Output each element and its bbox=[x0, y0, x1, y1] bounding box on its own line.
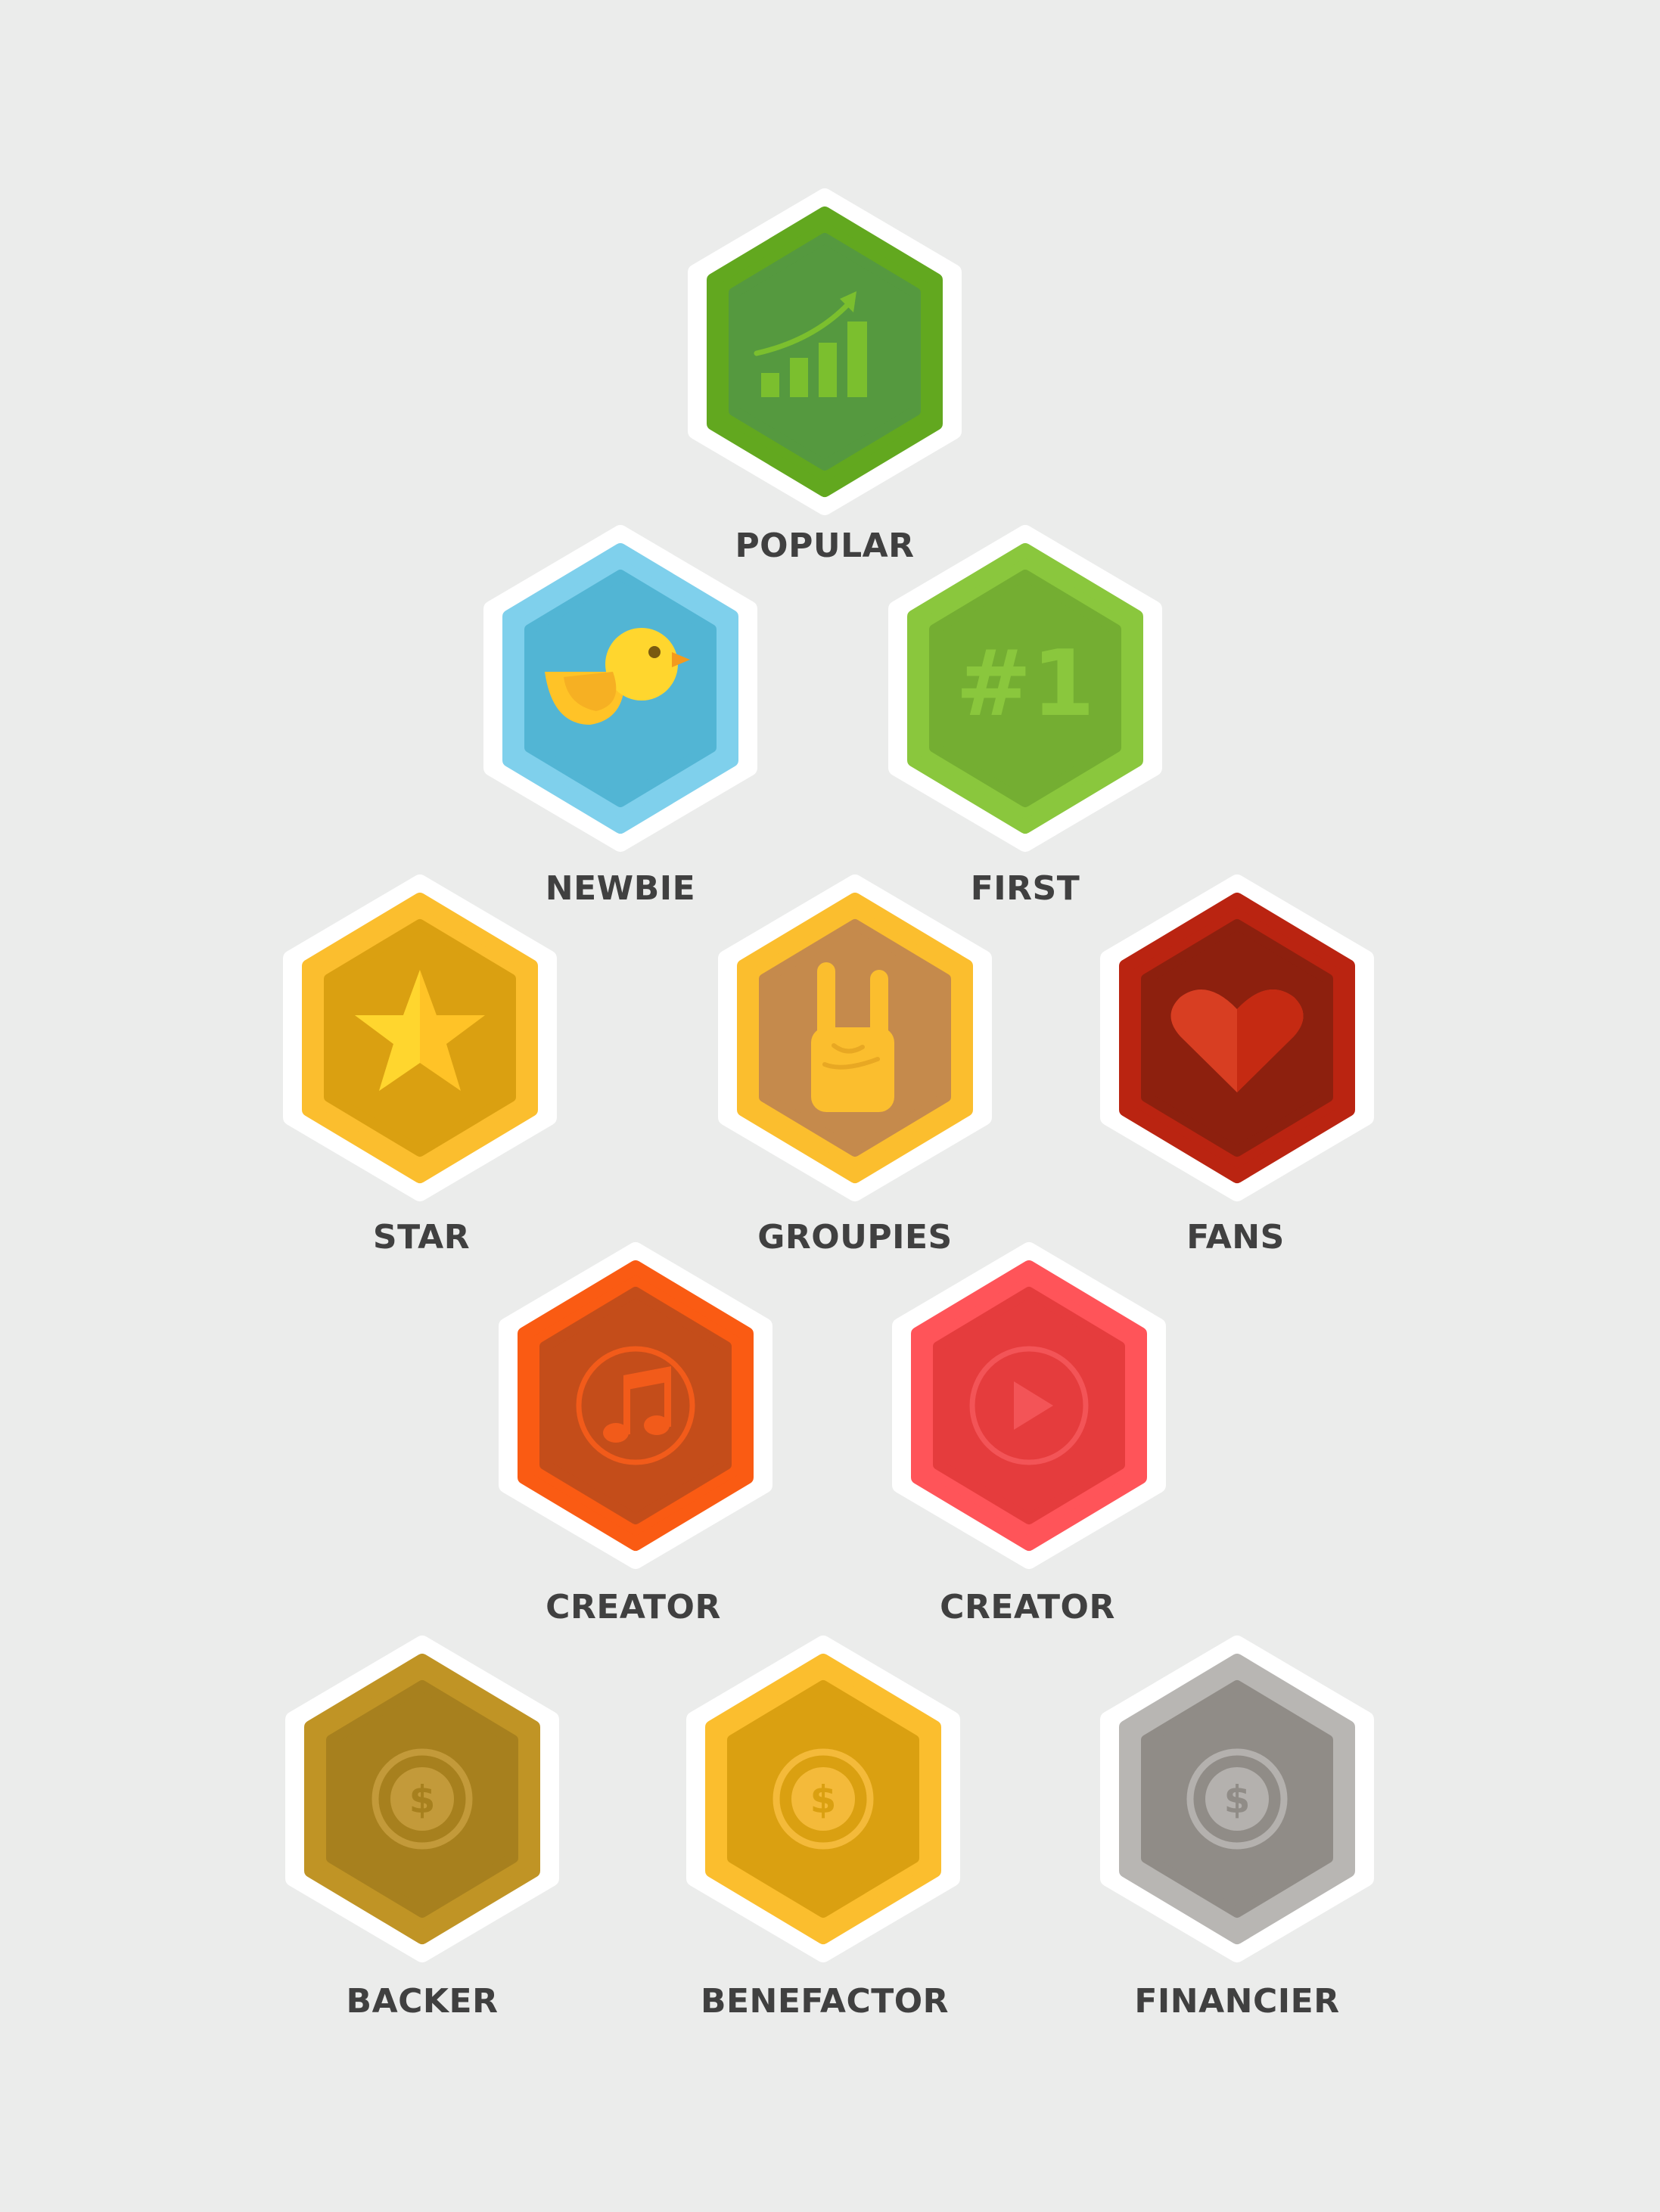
badge-financier[interactable]: $ bbox=[1086, 1636, 1388, 1962]
badge-label-groupies: GROUPIES bbox=[757, 1218, 953, 1257]
badge-label-fans: FANS bbox=[1186, 1218, 1285, 1257]
badge-label-financier: FINANCIER bbox=[1134, 1982, 1340, 2021]
badge-label-star: STAR bbox=[372, 1218, 471, 1257]
svg-text:$: $ bbox=[810, 1778, 837, 1822]
badge-label-creator-music: CREATOR bbox=[546, 1588, 721, 1626]
badge-label-first: FIRST bbox=[970, 869, 1080, 908]
badge-groupies[interactable] bbox=[704, 875, 1006, 1201]
svg-text:$: $ bbox=[1224, 1778, 1251, 1822]
badge-first[interactable]: #1 bbox=[874, 525, 1177, 852]
badge-star[interactable] bbox=[269, 875, 571, 1201]
svg-text:#1: #1 bbox=[956, 632, 1095, 737]
badge-label-creator-video: CREATOR bbox=[940, 1588, 1115, 1626]
badge-sheet: #1 $ $ $ POPULAR NEWBIE FIRST STAR GROUP… bbox=[0, 0, 1660, 2212]
number-one-icon: #1 bbox=[956, 632, 1095, 737]
badge-creator-music[interactable] bbox=[484, 1242, 787, 1569]
badge-label-benefactor: BENEFACTOR bbox=[700, 1982, 950, 2021]
badge-backer[interactable]: $ bbox=[271, 1636, 574, 1962]
badge-popular[interactable] bbox=[673, 188, 976, 515]
badge-label-newbie: NEWBIE bbox=[545, 869, 696, 908]
badge-creator-video[interactable] bbox=[878, 1242, 1180, 1569]
badge-label-backer: BACKER bbox=[346, 1982, 499, 2021]
badge-newbie[interactable] bbox=[469, 525, 772, 852]
svg-text:$: $ bbox=[409, 1778, 436, 1822]
badge-fans[interactable] bbox=[1086, 875, 1388, 1201]
badge-benefactor[interactable]: $ bbox=[672, 1636, 975, 1962]
badge-label-popular: POPULAR bbox=[735, 527, 915, 565]
